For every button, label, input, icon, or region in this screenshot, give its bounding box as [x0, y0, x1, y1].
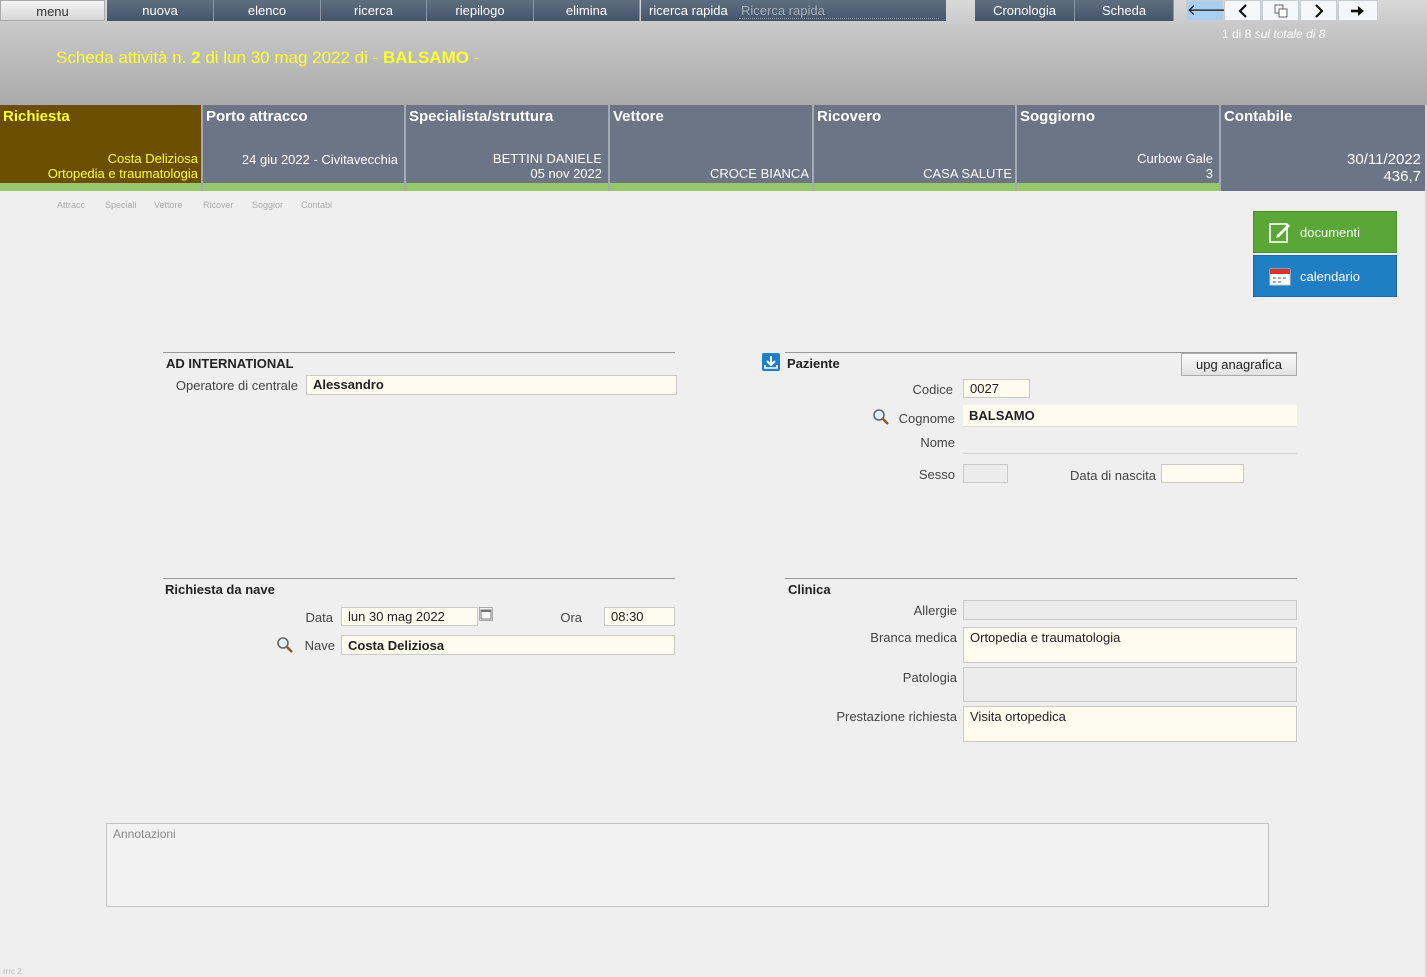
cognome-field[interactable]: BALSAMO — [963, 405, 1297, 427]
elimina-button[interactable]: elimina — [534, 0, 640, 21]
allergie-field[interactable] — [963, 600, 1297, 620]
cronologia-button[interactable]: Cronologia — [975, 0, 1075, 21]
download-icon[interactable] — [762, 353, 780, 371]
clinic-title: Clinica — [788, 582, 831, 597]
data-field[interactable]: lun 30 mag 2022 — [341, 607, 478, 626]
patient-title: Paziente — [787, 356, 840, 371]
allergie-label: Allergie — [913, 603, 957, 618]
sesso-field[interactable] — [963, 464, 1008, 483]
branca-medica-label: Branca medica — [870, 630, 957, 645]
branca-medica-field[interactable]: Ortopedia e traumatologia — [963, 627, 1297, 663]
mini-tab-contabile[interactable]: Contabi — [301, 200, 332, 210]
codice-label: Codice — [912, 382, 953, 397]
riepilogo-button[interactable]: riepilogo — [427, 0, 534, 21]
quick-search-label: ricerca rapida — [649, 3, 728, 18]
ship-request-divider — [163, 578, 675, 579]
nave-field[interactable]: Costa Deliziosa — [341, 635, 675, 655]
mini-tab-specialista[interactable]: Speciali — [105, 200, 137, 210]
sesso-label: Sesso — [918, 467, 955, 482]
nuova-button[interactable]: nuova — [107, 0, 214, 21]
previous-record-button[interactable] — [1224, 0, 1261, 21]
last-record-button[interactable] — [1338, 0, 1378, 21]
footer-code: rrrc 2 — [3, 967, 22, 976]
mini-tab-attracco[interactable]: Attracc — [57, 200, 85, 210]
annotazioni-field[interactable]: Annotazioni — [106, 823, 1269, 907]
calendar-small-icon — [480, 609, 492, 620]
patologia-field[interactable] — [963, 667, 1297, 702]
cognome-label: Cognome — [898, 411, 955, 426]
clinic-divider — [785, 578, 1297, 579]
tab-contabile[interactable]: Contabile 30/11/2022 436,7 — [1221, 105, 1425, 191]
nome-field[interactable] — [963, 453, 1297, 454]
elenco-button[interactable]: elenco — [214, 0, 321, 21]
upg-anagrafica-button[interactable]: upg anagrafica — [1181, 353, 1297, 376]
arrow-left-bold-icon: 🡐 — [1187, 2, 1228, 19]
first-record-button[interactable]: 🡐 — [1186, 0, 1227, 21]
page-title: Scheda attività n. 2 di lun 30 mag 2022 … — [56, 48, 480, 67]
mini-tab-vettore[interactable]: Vettore — [154, 200, 183, 210]
annotazioni-label: Annotazioni — [113, 827, 176, 841]
copy-icon — [1274, 4, 1287, 18]
calendario-button[interactable]: calendario — [1253, 255, 1397, 297]
ora-label: Ora — [560, 610, 582, 625]
arrow-right-bold-icon — [1351, 6, 1364, 16]
prestazione-field[interactable]: Visita ortopedica — [963, 706, 1297, 742]
calendar-icon — [1269, 268, 1291, 286]
operator-label: Operatore di centrale — [175, 378, 298, 393]
prestazione-label: Prestazione richiesta — [836, 709, 957, 724]
ora-field[interactable]: 08:30 — [604, 607, 675, 626]
ship-request-title: Richiesta da nave — [165, 582, 275, 597]
duplicate-record-button[interactable] — [1262, 0, 1299, 21]
tab-porto-attracco[interactable]: Porto attracco 24 giu 2022 - Civitavecch… — [203, 105, 406, 191]
codice-field[interactable]: 0027 — [963, 379, 1030, 398]
mini-tab-ricovero[interactable]: Ricover — [203, 200, 234, 210]
next-record-button[interactable] — [1300, 0, 1337, 21]
nave-label: Nave — [304, 638, 335, 653]
menu-button[interactable]: menu — [0, 0, 105, 21]
data-nascita-field[interactable] — [1161, 464, 1244, 483]
date-picker-button[interactable] — [479, 607, 493, 621]
quick-search-input[interactable] — [739, 2, 939, 19]
mini-tab-soggiorno[interactable]: Soggior — [252, 200, 283, 210]
patologia-label: Patologia — [902, 670, 957, 685]
data-label: Data — [305, 610, 333, 625]
operator-field[interactable]: Alessandro — [306, 375, 677, 395]
tab-richiesta[interactable]: Richiesta Costa Deliziosa Ortopedia e tra… — [0, 105, 203, 191]
quick-search-bar: ricerca rapida — [641, 0, 946, 21]
agency-divider — [163, 352, 675, 353]
header-band: menu nuova elenco ricerca riepilogo elim… — [0, 0, 1427, 105]
scheda-button[interactable]: Scheda — [1075, 0, 1174, 21]
chevron-right-icon — [1314, 4, 1324, 18]
edit-document-icon — [1269, 223, 1290, 243]
nome-label: Nome — [920, 435, 955, 450]
tab-specialista-struttura[interactable]: Specialista/struttura BETTINI DANIELE 05 … — [406, 105, 610, 191]
data-nascita-label: Data di nascita — [1070, 468, 1156, 483]
record-counter: 1 di 8 sul totale di 8 — [1222, 27, 1326, 41]
chevron-left-icon — [1237, 4, 1247, 18]
agency-title: AD INTERNATIONAL — [166, 356, 294, 371]
tab-soggiorno[interactable]: Soggiorno Curbow Gale 3 — [1017, 105, 1221, 191]
documenti-button[interactable]: documenti — [1253, 211, 1397, 253]
tab-ricovero[interactable]: Ricovero CASA SALUTE — [814, 105, 1017, 191]
ricerca-button[interactable]: ricerca — [321, 0, 427, 21]
tab-vettore[interactable]: Vettore CROCE BIANCA — [610, 105, 814, 191]
